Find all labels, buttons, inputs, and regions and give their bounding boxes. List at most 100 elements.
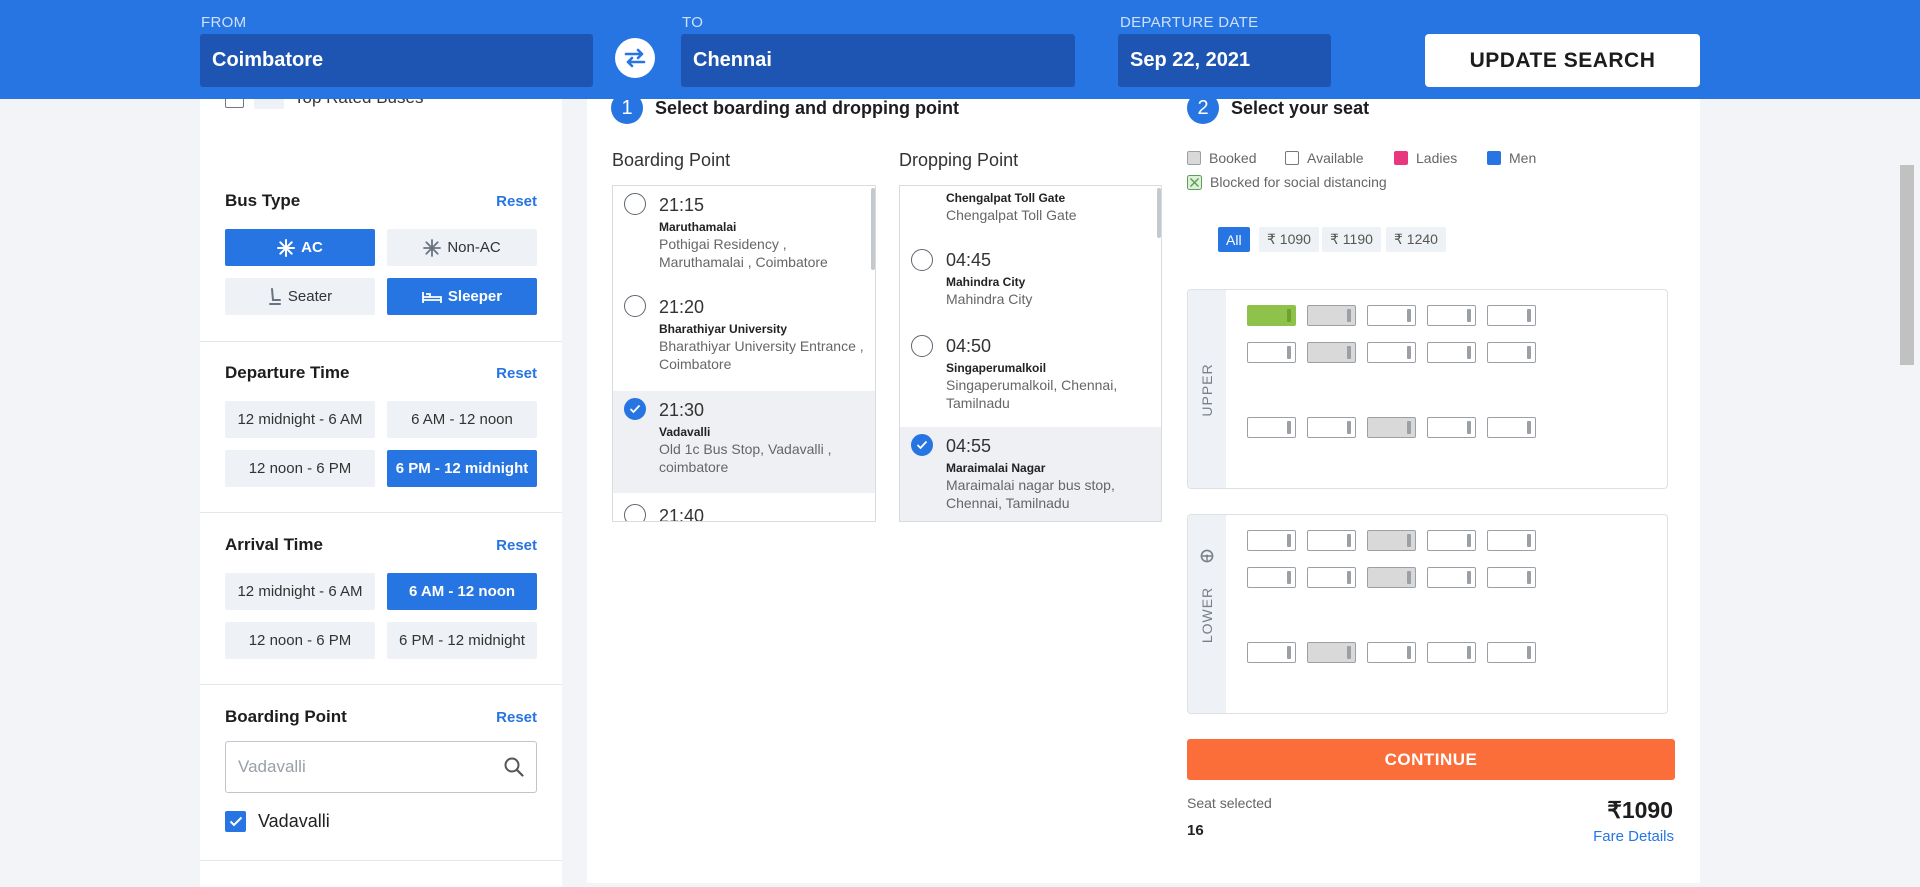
- update-search-button[interactable]: UPDATE SEARCH: [1425, 34, 1700, 87]
- arrival-chip-night[interactable]: 12 midnight - 6 AM: [225, 573, 375, 610]
- boarding-point-item[interactable]: 21:20 Bharathiyar University Bharathiyar…: [613, 287, 875, 387]
- boarding-point-item[interactable]: 21:15 Maruthamalai Pothigai Residency , …: [613, 186, 875, 286]
- boarding-option-label: Vadavalli: [258, 811, 330, 831]
- dropping-list-scrollbar[interactable]: [1157, 188, 1161, 238]
- seat-available[interactable]: [1487, 642, 1536, 663]
- legend-booked: Booked: [1187, 150, 1256, 166]
- arrival-time-title: Arrival Time: [225, 535, 323, 554]
- seat-available[interactable]: [1427, 305, 1476, 326]
- dropping-point-item-selected[interactable]: 04:55 Maraimalai Nagar Maraimalai nagar …: [900, 427, 1161, 521]
- seat-available[interactable]: [1427, 417, 1476, 438]
- dropping-name: Singaperumalkoil: [946, 361, 1047, 375]
- dropping-name: Maraimalai Nagar: [946, 461, 1046, 475]
- seat-available[interactable]: [1487, 342, 1536, 363]
- dropping-address: Maraimalai nagar bus stop, Chennai, Tami…: [946, 477, 1115, 511]
- seat-available[interactable]: [1427, 342, 1476, 363]
- radio-button[interactable]: [624, 295, 646, 317]
- radio-button[interactable]: [624, 193, 646, 215]
- arrival-chip-morning[interactable]: 6 AM - 12 noon: [387, 573, 537, 610]
- boarding-list-scrollbar[interactable]: [871, 188, 875, 270]
- search-placeholder: Vadavalli: [238, 757, 306, 776]
- divider: [200, 684, 562, 685]
- seat-available[interactable]: [1487, 567, 1536, 588]
- search-icon: [504, 757, 524, 777]
- seat-booked: [1367, 417, 1416, 438]
- radio-button-checked[interactable]: [624, 398, 646, 420]
- seat-available[interactable]: [1487, 305, 1536, 326]
- boarding-time: 21:15: [659, 195, 705, 215]
- seat-selected-value: 16: [1187, 822, 1204, 839]
- to-field[interactable]: Chennai: [681, 34, 1075, 87]
- arrival-chip-evening[interactable]: 6 PM - 12 midnight: [387, 622, 537, 659]
- chip-sleeper-label: Sleeper: [447, 288, 503, 305]
- boarding-point-item-selected[interactable]: 21:30 Vadavalli Old 1c Bus Stop, Vadaval…: [613, 391, 875, 493]
- checkbox-checked[interactable]: [225, 811, 246, 832]
- seat-available[interactable]: [1427, 642, 1476, 663]
- seat-available[interactable]: [1307, 417, 1356, 438]
- page-scrollbar[interactable]: [1900, 165, 1914, 365]
- boarding-point-item[interactable]: 21:40: [613, 497, 875, 522]
- legend-ladies-label: Ladies: [1416, 150, 1458, 166]
- seat-available[interactable]: [1427, 530, 1476, 551]
- dropping-point-item[interactable]: 04:50 Singaperumalkoil Singaperumalkoil,…: [900, 331, 1161, 431]
- price-filter-1190[interactable]: ₹ 1190: [1322, 227, 1381, 252]
- legend-available-label: Available: [1307, 150, 1364, 166]
- radio-button[interactable]: [911, 249, 933, 271]
- seat-booked: [1307, 342, 1356, 363]
- legend-booked-label: Booked: [1209, 150, 1257, 166]
- dropping-name: Chengalpat Toll Gate: [946, 191, 1066, 205]
- seat-available[interactable]: [1367, 342, 1416, 363]
- arrival-time-reset[interactable]: Reset: [496, 537, 537, 554]
- departure-chip-evening[interactable]: 6 PM - 12 midnight: [387, 450, 537, 487]
- dropping-point-item[interactable]: Chengalpat Toll Gate Chengalpat Toll Gat…: [900, 186, 1161, 232]
- seat-available[interactable]: [1247, 530, 1296, 551]
- dropping-point-list[interactable]: Chengalpat Toll Gate Chengalpat Toll Gat…: [899, 185, 1162, 522]
- chip-non-ac[interactable]: Non-AC: [387, 229, 537, 266]
- radio-button-checked[interactable]: [911, 434, 933, 456]
- boarding-time: 21:40: [659, 506, 705, 522]
- fare-details-link[interactable]: Fare Details: [1593, 828, 1674, 845]
- seat-available[interactable]: [1367, 642, 1416, 663]
- steering-wheel-icon: [1200, 549, 1214, 563]
- radio-button[interactable]: [911, 335, 933, 357]
- boarding-point-filter-reset[interactable]: Reset: [496, 709, 537, 726]
- chip-ac-label: AC: [301, 239, 323, 256]
- seat-selected[interactable]: [1247, 305, 1296, 326]
- divider: [200, 512, 562, 513]
- seat-available[interactable]: [1247, 342, 1296, 363]
- departure-chip-morning[interactable]: 6 AM - 12 noon: [387, 401, 537, 438]
- seat-available[interactable]: [1247, 567, 1296, 588]
- price-filter-all[interactable]: All: [1218, 227, 1250, 252]
- price-filter-1240[interactable]: ₹ 1240: [1386, 227, 1446, 252]
- seat-available[interactable]: [1307, 567, 1356, 588]
- arrival-chip-afternoon[interactable]: 12 noon - 6 PM: [225, 622, 375, 659]
- boarding-point-search-input[interactable]: Vadavalli: [225, 741, 537, 793]
- price-filter-1090[interactable]: ₹ 1090: [1259, 227, 1319, 252]
- seat-available[interactable]: [1367, 305, 1416, 326]
- boarding-option-vadavalli[interactable]: Vadavalli: [225, 811, 330, 832]
- dropping-point-item[interactable]: 04:45 Mahindra City Mahindra City: [900, 245, 1161, 325]
- departure-chip-afternoon[interactable]: 12 noon - 6 PM: [225, 450, 375, 487]
- chip-seater[interactable]: Seater: [225, 278, 375, 315]
- seat-booked: [1307, 642, 1356, 663]
- seat-available[interactable]: [1247, 642, 1296, 663]
- seat-available[interactable]: [1307, 530, 1356, 551]
- seat-available[interactable]: [1487, 530, 1536, 551]
- departure-time-reset[interactable]: Reset: [496, 365, 537, 382]
- dropping-point-title: Dropping Point: [899, 150, 1019, 170]
- boarding-time: 21:20: [659, 297, 705, 317]
- boarding-point-title: Boarding Point: [612, 150, 731, 170]
- boarding-point-list[interactable]: 21:15 Maruthamalai Pothigai Residency , …: [612, 185, 876, 522]
- continue-button[interactable]: CONTINUE: [1187, 739, 1675, 780]
- seat-available[interactable]: [1427, 567, 1476, 588]
- bus-type-reset[interactable]: Reset: [496, 193, 537, 210]
- chip-ac[interactable]: AC: [225, 229, 375, 266]
- from-field[interactable]: Coimbatore: [200, 34, 593, 87]
- seat-available[interactable]: [1487, 417, 1536, 438]
- swap-button[interactable]: [615, 38, 655, 78]
- radio-button[interactable]: [624, 504, 646, 521]
- date-field[interactable]: Sep 22, 2021: [1118, 34, 1331, 87]
- seat-available[interactable]: [1247, 417, 1296, 438]
- chip-sleeper[interactable]: Sleeper: [387, 278, 537, 315]
- departure-chip-night[interactable]: 12 midnight - 6 AM: [225, 401, 375, 438]
